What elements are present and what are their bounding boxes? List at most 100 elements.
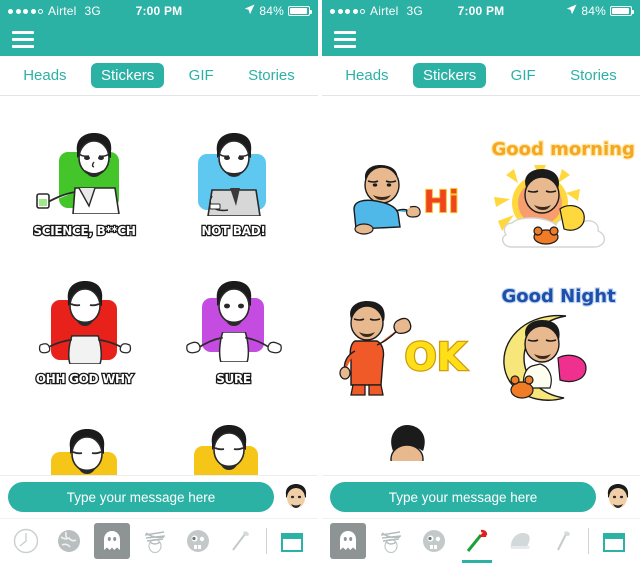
tab-gif[interactable]: GIF: [179, 63, 224, 88]
battery-icon: [288, 6, 312, 16]
sticker-cell[interactable]: OK: [332, 273, 481, 421]
sticker-face-icon: [216, 281, 251, 326]
tab-stories[interactable]: Stories: [238, 63, 305, 88]
sticker-caption: SCIENCE, B**CH: [32, 223, 137, 240]
sticker-grid[interactable]: Hi Good morning OK Good Night: [322, 97, 640, 475]
hamburger-menu-icon[interactable]: [12, 30, 34, 48]
left-phone-panel: Airtel 3G 7:00 PM 84% Heads Stickers GIF…: [0, 0, 318, 563]
iconbar-divider: [588, 528, 590, 554]
sticker-pack-bar: [322, 518, 640, 563]
sticker-caption: SURE: [215, 371, 252, 388]
sticker-body-icon: [38, 335, 131, 364]
sticker-cell[interactable]: SURE: [159, 263, 308, 411]
sticker-cell[interactable]: OHH GOD WHY: [10, 263, 159, 411]
status-bar-left: Airtel 3G: [8, 4, 101, 18]
pack-clock-icon[interactable]: [8, 523, 44, 559]
sticker-body-icon: [35, 187, 120, 214]
sticker-yellow-b[interactable]: [174, 425, 294, 475]
sticker-cell[interactable]: Hi: [332, 125, 481, 273]
sticker-pack-bar: [0, 518, 318, 563]
message-input[interactable]: Type your message here: [330, 482, 596, 512]
message-composer: Type your message here: [322, 475, 640, 518]
sticker-cell[interactable]: [481, 421, 630, 461]
sticker-ohh-god-why[interactable]: OHH GOD WHY: [25, 278, 145, 396]
status-bar-right: 84%: [244, 4, 312, 18]
sticker-good-night[interactable]: Good Night: [488, 285, 624, 408]
pack-ghost-icon[interactable]: [93, 523, 130, 559]
sticker-cell[interactable]: SCIENCE, B**CH: [10, 115, 159, 263]
sticker-ok[interactable]: OK: [337, 295, 477, 399]
carrier-label: Airtel: [48, 4, 77, 18]
sticker-caption: OHH GOD WHY: [35, 371, 135, 388]
sticker-label: Hi: [422, 184, 459, 221]
status-bar: Airtel 3G 7:00 PM 84%: [322, 0, 640, 22]
pack-brush-icon[interactable]: [545, 523, 581, 559]
status-bar-left: Airtel 3G: [330, 4, 423, 18]
sticker-cell[interactable]: [10, 411, 159, 475]
message-input[interactable]: Type your message here: [8, 482, 274, 512]
sticker-cell[interactable]: Good morning: [481, 125, 636, 273]
battery-icon: [610, 6, 634, 16]
tab-heads[interactable]: Heads: [13, 63, 76, 88]
location-arrow-icon: [244, 4, 255, 18]
sticker-caption: NOT BAD!: [200, 223, 267, 240]
right-phone-panel: Airtel 3G 7:00 PM 84% Heads Stickers GIF…: [322, 0, 640, 563]
tab-bar: Heads Stickers GIF Stories: [322, 56, 640, 96]
sticker-face-icon: [389, 425, 425, 461]
sticker-yellow-a[interactable]: [25, 426, 145, 475]
user-avatar[interactable]: [604, 483, 632, 511]
pack-store-icon[interactable]: [274, 523, 310, 559]
message-composer: Type your message here: [0, 475, 318, 518]
pack-globe-icon[interactable]: [51, 523, 87, 559]
sticker-face-icon: [211, 425, 246, 470]
sticker-grid[interactable]: SCIENCE, B**CH NOT BAD! OHH GOD WHY SURE: [0, 97, 318, 475]
sticker-body-icon: [185, 332, 282, 362]
sticker-label: Good Night: [500, 285, 616, 308]
sticker-cell[interactable]: NOT BAD!: [159, 115, 308, 263]
tab-gif[interactable]: GIF: [501, 63, 546, 88]
pack-brush-icon[interactable]: [223, 523, 259, 559]
pack-store-icon[interactable]: [596, 523, 632, 559]
sticker-face-icon: [76, 133, 112, 177]
sticker-cell[interactable]: [332, 421, 481, 461]
sticker-good-morning[interactable]: Good morning: [486, 138, 636, 259]
status-bar: Airtel 3G 7:00 PM 84%: [0, 0, 318, 22]
pack-mummy-icon[interactable]: [137, 523, 173, 559]
tab-heads[interactable]: Heads: [335, 63, 398, 88]
sticker-cell[interactable]: [159, 411, 308, 475]
location-arrow-icon: [566, 4, 577, 18]
pack-mummy-icon[interactable]: [373, 523, 409, 559]
signal-strength-icon: [8, 8, 43, 14]
pack-robot-face-icon[interactable]: [416, 523, 452, 559]
pack-robot-face-icon[interactable]: [180, 523, 216, 559]
pack-toothbrush-icon[interactable]: [459, 523, 495, 563]
sticker-science[interactable]: SCIENCE, B**CH: [25, 130, 145, 248]
iconbar-divider: [266, 528, 268, 554]
sticker-baby-icon: [352, 165, 421, 235]
sticker-face-icon: [216, 133, 251, 177]
sticker-sun-cloud-icon: [493, 165, 605, 248]
sticker-label: OK: [403, 334, 467, 381]
network-type-label: 3G: [406, 4, 423, 18]
sticker-face-icon: [69, 429, 105, 474]
tab-bar: Heads Stickers GIF Stories: [0, 56, 318, 96]
network-type-label: 3G: [84, 4, 101, 18]
pack-ghost-icon[interactable]: [329, 523, 366, 559]
sticker-cell[interactable]: Good Night: [481, 273, 630, 421]
sticker-body-icon: [206, 188, 261, 216]
sticker-not-bad[interactable]: NOT BAD!: [174, 130, 294, 248]
tab-stories[interactable]: Stories: [560, 63, 627, 88]
sticker-moon-icon: [502, 314, 587, 401]
pack-cap-icon[interactable]: [502, 523, 538, 559]
battery-percent-label: 84%: [259, 4, 284, 18]
tab-stickers[interactable]: Stickers: [90, 63, 165, 88]
signal-strength-icon: [330, 8, 365, 14]
status-bar-right: 84%: [566, 4, 634, 18]
user-avatar[interactable]: [282, 483, 310, 511]
sticker-label: Good morning: [490, 138, 636, 161]
battery-percent-label: 84%: [581, 4, 606, 18]
sticker-sure[interactable]: SURE: [174, 278, 294, 396]
sticker-hi[interactable]: Hi: [342, 149, 472, 249]
hamburger-menu-icon[interactable]: [334, 30, 356, 48]
tab-stickers[interactable]: Stickers: [412, 63, 487, 88]
